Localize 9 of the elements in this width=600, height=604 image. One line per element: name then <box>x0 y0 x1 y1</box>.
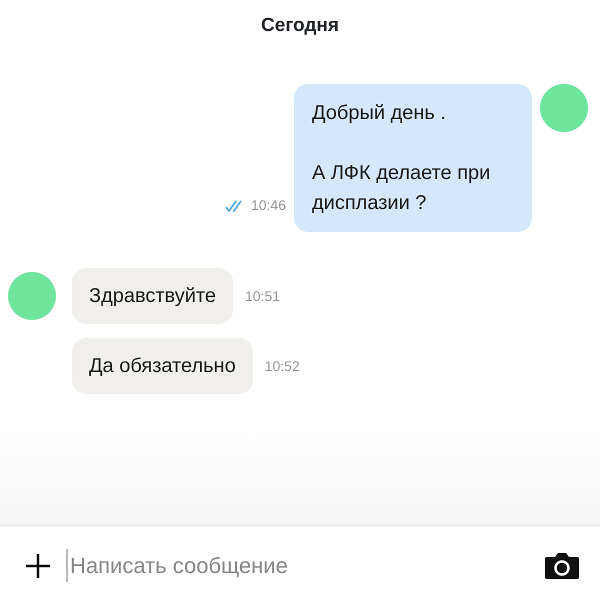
message-time: 10:46 <box>250 196 286 215</box>
message-time: 10:51 <box>244 286 280 306</box>
camera-icon[interactable] <box>544 550 580 580</box>
date-header: Сегодня <box>261 15 339 36</box>
message-bubble: Да обязательно <box>72 338 253 394</box>
message-bubble: Добрый день . А ЛФК делаете при дисплазии ? <box>294 84 532 232</box>
add-icon[interactable] <box>24 552 52 580</box>
message-bubble: Здравствуйте <box>72 268 233 324</box>
message-time: 10:52 <box>264 356 300 376</box>
